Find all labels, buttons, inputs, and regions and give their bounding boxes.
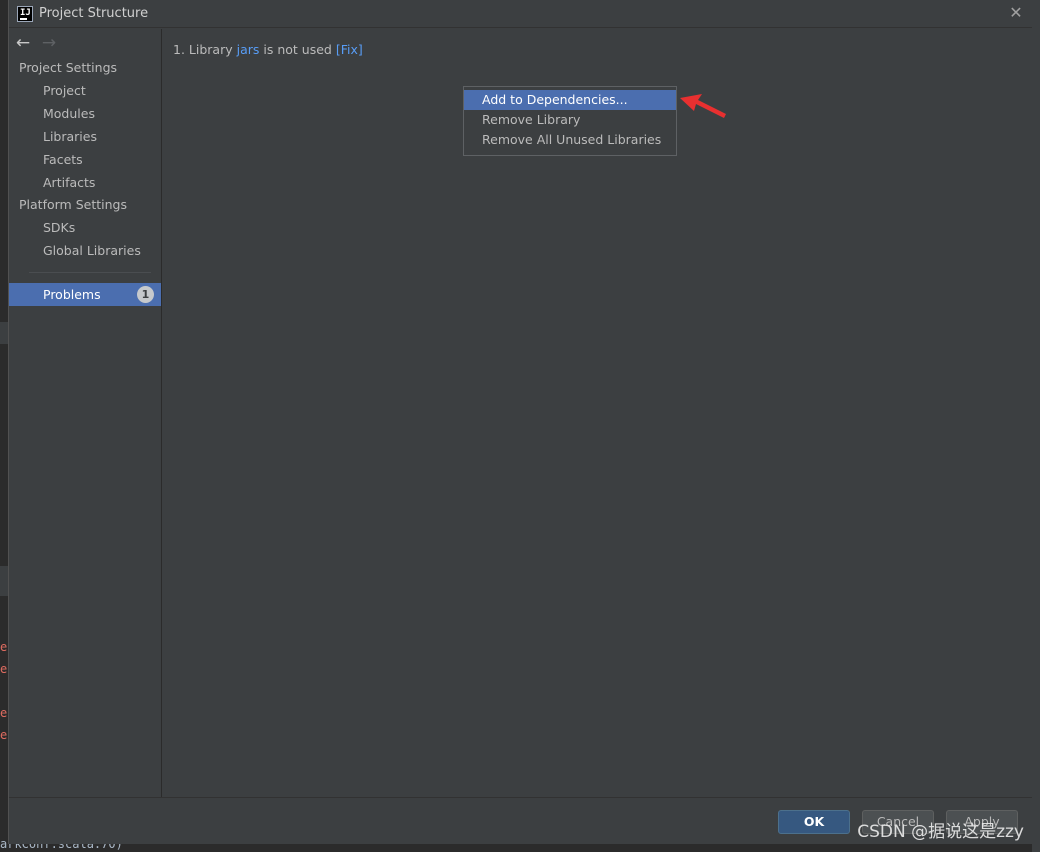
background-editor-strip: e e e e [0,0,8,852]
background-code-glyph: e [0,662,8,676]
ok-button[interactable]: OK [778,810,850,834]
forward-arrow-icon[interactable]: → [39,33,59,53]
menu-item-add-to-dependencies[interactable]: Add to Dependencies... [464,90,676,110]
sidebar-item-problems[interactable]: Problems 1 [9,283,161,306]
sidebar-item-global-libraries[interactable]: Global Libraries [9,239,161,262]
platform-settings-header: Platform Settings [19,197,127,212]
project-settings-header: Project Settings [19,60,118,75]
red-annotation-arrow-icon [680,94,726,118]
dialog-title: Project Structure [39,6,149,21]
problem-suffix: is not used [259,42,336,57]
sidebar-item-label: Problems [43,287,101,302]
sidebar-item-artifacts[interactable]: Artifacts [9,171,161,194]
menu-item-remove-all-unused-libraries[interactable]: Remove All Unused Libraries [464,130,676,150]
watermark: CSDN @据说这是zzy [857,822,1024,842]
sidebar: ← → Project Settings Project Modules Lib… [9,29,162,797]
navigation-row: ← → [9,29,161,57]
background-band [0,322,8,344]
title-bar: IJ Project Structure ✕ [9,0,1040,28]
problems-panel: 1. Library jars is not used [Fix] Add to… [163,29,1033,797]
background-code-glyph: e [0,728,8,742]
sidebar-item-modules[interactable]: Modules [9,102,161,125]
project-structure-dialog: IJ Project Structure ✕ ← → Project Setti… [8,0,1040,844]
problems-count-badge: 1 [137,286,154,303]
library-link[interactable]: jars [237,42,260,57]
sidebar-item-project[interactable]: Project [9,79,161,102]
close-icon[interactable]: ✕ [1007,4,1025,22]
fix-link[interactable]: [Fix] [336,42,363,57]
menu-item-remove-library[interactable]: Remove Library [464,110,676,130]
sidebar-item-sdks[interactable]: SDKs [9,216,161,239]
fix-popup-menu: Add to Dependencies... Remove Library Re… [463,86,677,156]
background-code-glyph: e [0,706,8,720]
sidebar-item-facets[interactable]: Facets [9,148,161,171]
sidebar-item-libraries[interactable]: Libraries [9,125,161,148]
back-arrow-icon[interactable]: ← [13,33,33,53]
problem-entry: 1. Library jars is not used [Fix] [173,42,363,57]
background-code-glyph: e [0,640,8,654]
sidebar-divider [29,272,151,273]
background-band [0,566,8,596]
right-edge [1032,0,1040,852]
intellij-app-icon: IJ [17,6,33,22]
problem-prefix: 1. Library [173,42,237,57]
